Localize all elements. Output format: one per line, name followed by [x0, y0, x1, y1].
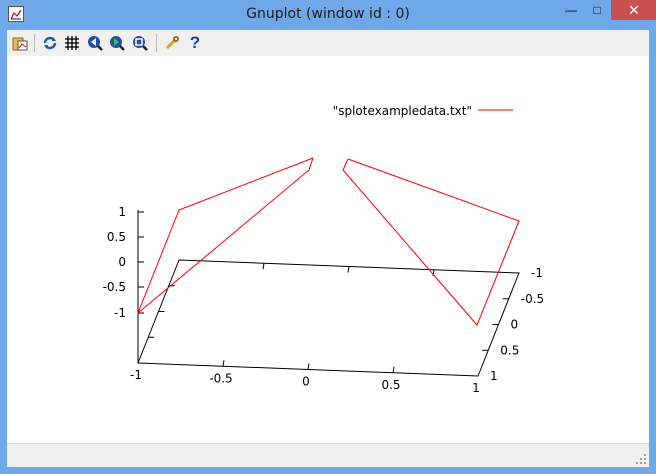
x-tick	[222, 360, 225, 367]
z-tick-label: 0.5	[107, 230, 126, 244]
y-tick-label: 0	[511, 318, 519, 332]
toolbar: ?	[7, 30, 649, 57]
x-tick-label: -0.5	[209, 371, 232, 385]
y-tick-label: -0.5	[521, 292, 544, 306]
x-tick-label: -1	[130, 368, 142, 382]
y-tick-label: 1	[490, 369, 498, 383]
y-tick-label: 0.5	[500, 343, 519, 357]
options-wrench-icon[interactable]	[163, 34, 181, 52]
z-tick-label: 1	[118, 205, 126, 219]
maximize-button[interactable]: □	[582, 0, 612, 20]
data-curve-right	[342, 158, 520, 326]
toolbar-separator	[34, 34, 35, 52]
y-tick-label: -1	[531, 266, 543, 280]
title-bar[interactable]: Gnuplot (window id : 0) — □ ✕	[0, 0, 656, 30]
x-tick-label: 0	[302, 375, 310, 389]
gnuplot-window: Gnuplot (window id : 0) — □ ✕ ? -1 -0.5 …	[0, 0, 656, 474]
legend-label: "splotexampledata.txt"	[333, 104, 472, 118]
status-bar	[7, 443, 649, 467]
zoom-next-icon[interactable]	[108, 34, 126, 52]
x-tick	[262, 263, 265, 270]
resize-grip-icon[interactable]	[635, 453, 647, 465]
plot-area[interactable]: -1 -0.5 0 0.5 1 1 0.5 0 -0.5 -1 1 0.5 0 -0.5 -1 "splot…	[7, 56, 649, 444]
close-button[interactable]: ✕	[611, 0, 656, 20]
replot-icon[interactable]	[41, 34, 59, 52]
z-tick-label: -1	[114, 306, 126, 320]
x-tick	[307, 363, 310, 370]
help-icon[interactable]: ?	[186, 33, 204, 52]
x-tick-label: 0.5	[381, 378, 400, 392]
grid-icon[interactable]	[63, 34, 81, 52]
zoom-previous-icon[interactable]	[86, 34, 104, 52]
toolbar-separator	[156, 34, 157, 52]
x-tick	[347, 266, 350, 273]
data-curve-left	[137, 157, 314, 314]
autoscale-icon[interactable]	[131, 34, 149, 52]
surface-plot: -1 -0.5 0 0.5 110.50-0.5-110.50-0.5-1 "splot…	[103, 104, 545, 395]
client-area: ? -1 -0.5 0 0.5 1 1 0.5 0 -0.5 -1 1 0.5 0 -0.5 -1 "spl…	[7, 30, 649, 467]
x-tick-label: 1	[472, 381, 480, 395]
x-tick	[392, 366, 395, 373]
base-frame	[137, 259, 520, 377]
z-tick-label: 0	[118, 255, 126, 269]
copy-to-clipboard-icon[interactable]	[11, 34, 29, 52]
z-tick-label: -0.5	[103, 280, 126, 294]
